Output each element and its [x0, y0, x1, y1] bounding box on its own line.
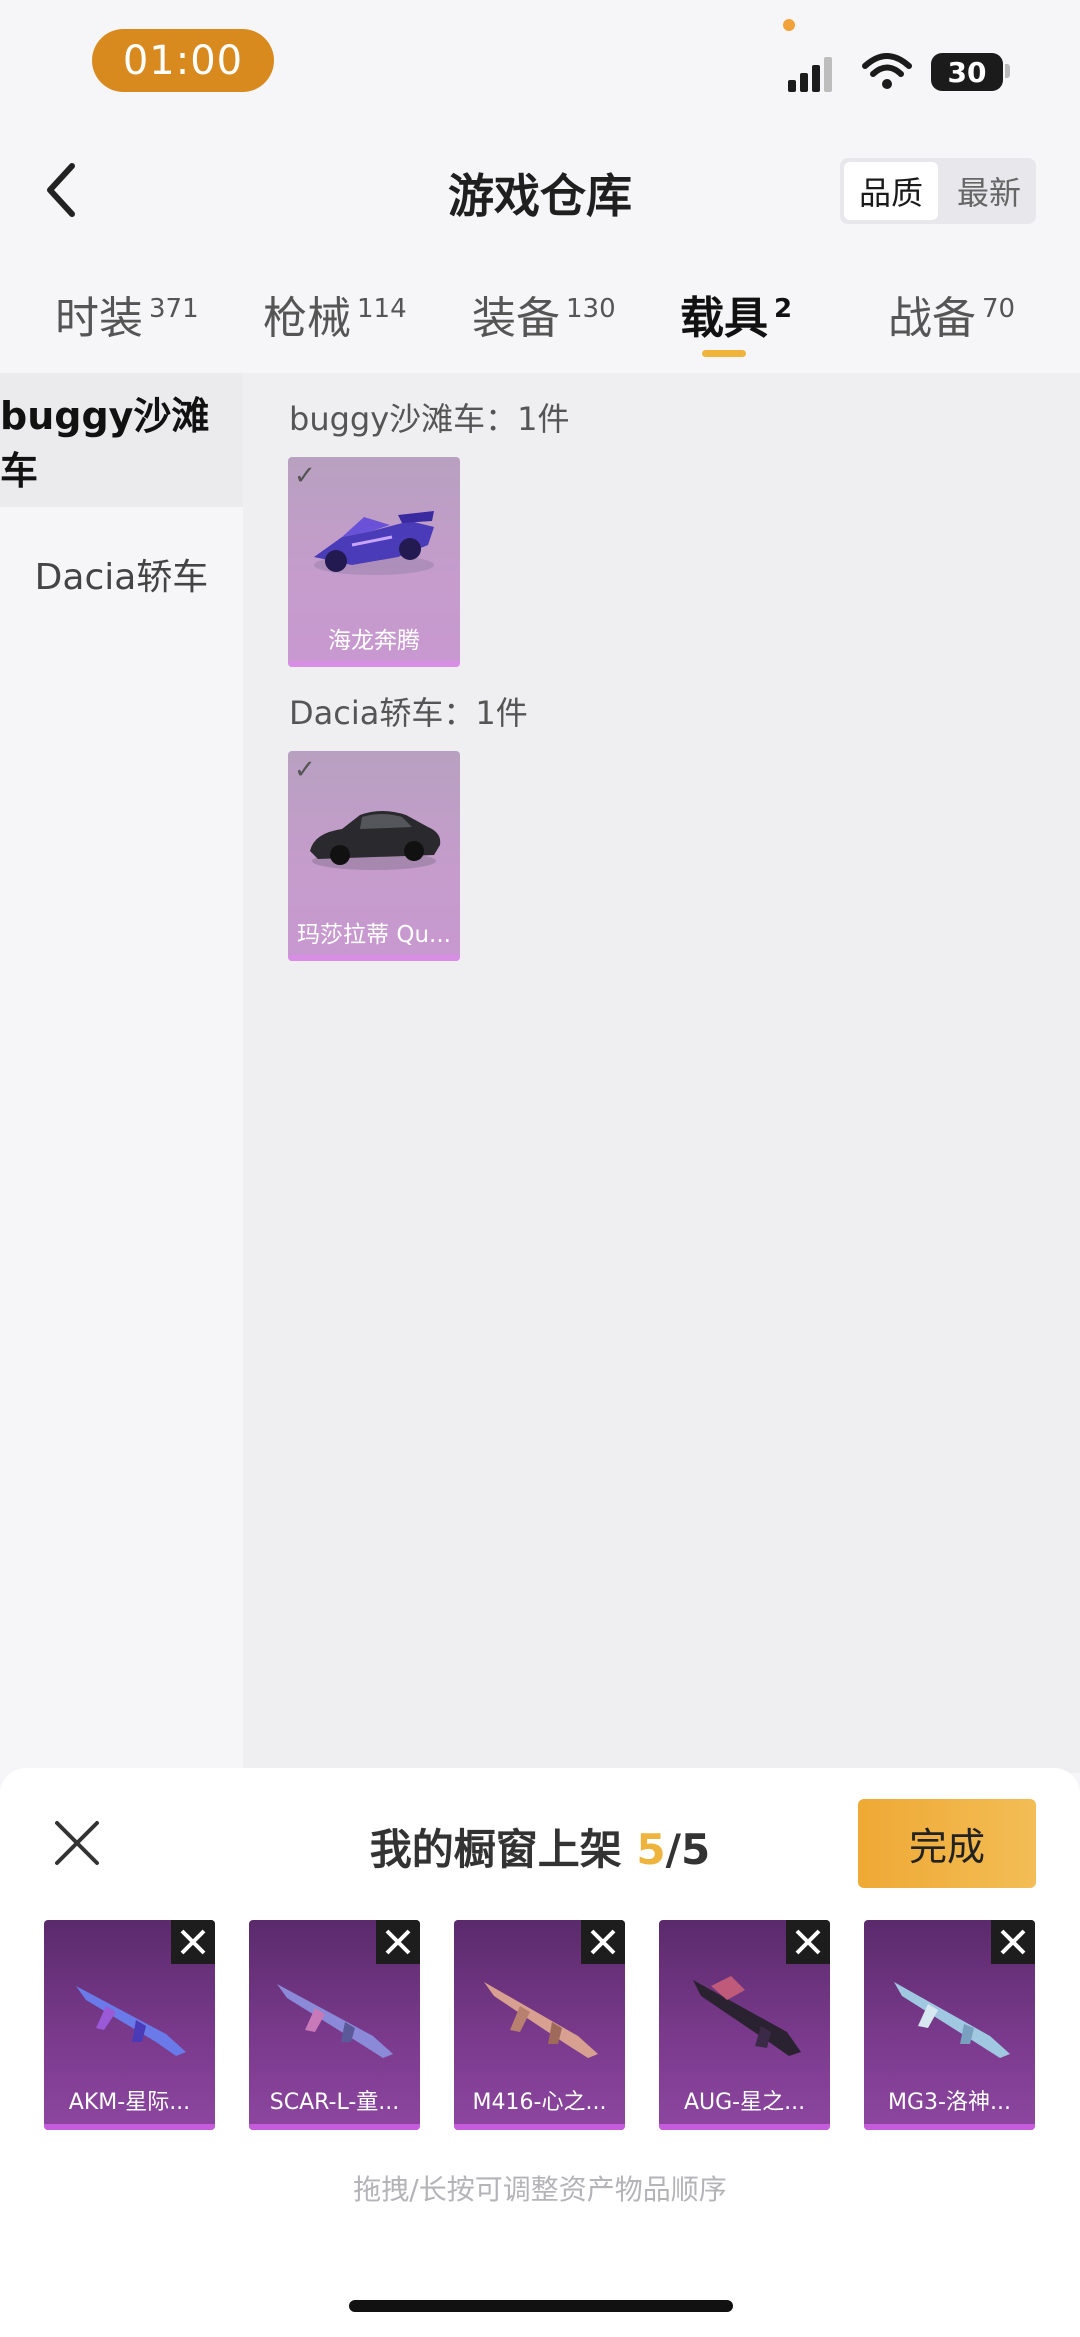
- remove-item-button[interactable]: [786, 1920, 830, 1964]
- close-button[interactable]: [52, 1818, 102, 1868]
- rarity-bar: [864, 2124, 1035, 2130]
- rarity-bar: [249, 2124, 420, 2130]
- rarity-bar: [44, 2124, 215, 2130]
- status-time: 01:00: [92, 29, 274, 92]
- remove-item-button[interactable]: [376, 1920, 420, 1964]
- close-icon: [795, 1929, 821, 1955]
- showcase-title: 我的橱窗上架 5/5: [369, 1825, 711, 1874]
- remove-item-button[interactable]: [171, 1920, 215, 1964]
- wifi-icon: [862, 52, 912, 96]
- chevron-left-icon: [47, 163, 75, 217]
- item-name: 玛莎拉蒂 Qu...: [297, 922, 451, 948]
- tab-equipment[interactable]: 装备 130: [472, 282, 616, 346]
- close-icon: [590, 1929, 616, 1955]
- shelf-item-name: M416-心之...: [472, 2090, 607, 2115]
- tab-supplies[interactable]: 战备 70: [888, 282, 1015, 346]
- sedan-vehicle-image: [310, 811, 441, 870]
- aug-weapon-image: [693, 1976, 801, 2056]
- sort-latest[interactable]: 最新: [942, 158, 1036, 224]
- rarity-bar: [454, 2124, 625, 2130]
- showcase-count-current: 5: [636, 1825, 666, 1874]
- shelf-item[interactable]: MG3-洛神...: [864, 1920, 1035, 2130]
- scar-weapon-image: [277, 1984, 393, 2058]
- showcase-count-total: /5: [665, 1825, 711, 1874]
- sort-quality[interactable]: 品质: [844, 162, 938, 220]
- category-dacia[interactable]: Dacia轿车: [0, 507, 243, 641]
- page-title: 游戏仓库: [448, 169, 632, 223]
- category-buggy[interactable]: buggy沙滩车: [0, 373, 243, 507]
- mg3-weapon-image: [894, 1982, 1010, 2058]
- shelf-item-name: SCAR-L-童...: [269, 2090, 400, 2115]
- m416-weapon-image: [484, 1982, 598, 2058]
- item-card[interactable]: ✓ 海龙奔腾: [288, 457, 460, 667]
- close-icon: [1000, 1929, 1026, 1955]
- tab-vehicles[interactable]: 载具 2: [680, 282, 792, 346]
- home-indicator[interactable]: [349, 2300, 733, 2312]
- privacy-indicator-dot: [783, 19, 795, 31]
- rarity-bar: [288, 661, 460, 667]
- close-icon: [55, 1821, 99, 1865]
- battery-cap: [1005, 64, 1010, 78]
- remove-item-button[interactable]: [581, 1920, 625, 1964]
- shelf-item[interactable]: AUG-星之...: [659, 1920, 830, 2130]
- rarity-bar: [659, 2124, 830, 2130]
- close-icon: [180, 1929, 206, 1955]
- item-card[interactable]: ✓ 玛莎拉蒂 Qu...: [288, 751, 460, 961]
- shelf-item-name: AKM-星际...: [68, 2090, 191, 2115]
- signal-icon: [788, 56, 844, 96]
- buggy-vehicle-image: [314, 511, 434, 575]
- remove-item-button[interactable]: [991, 1920, 1035, 1964]
- shelf-item[interactable]: M416-心之...: [454, 1920, 625, 2130]
- back-button[interactable]: [30, 150, 90, 230]
- akm-weapon-image: [76, 1986, 186, 2056]
- active-tab-indicator: [702, 350, 746, 357]
- tab-fashion[interactable]: 时装 371: [55, 282, 199, 346]
- shelf-item[interactable]: AKM-星际...: [44, 1920, 215, 2130]
- section-title-buggy: buggy沙滩车：1件: [289, 400, 570, 438]
- shelf-item-name: MG3-洛神...: [888, 2090, 1011, 2115]
- section-title-dacia: Dacia轿车：1件: [289, 694, 528, 732]
- done-button[interactable]: 完成: [858, 1799, 1036, 1888]
- reorder-hint: 拖拽/长按可调整资产物品顺序: [353, 2173, 727, 2206]
- shelf-item[interactable]: SCAR-L-童...: [249, 1920, 420, 2130]
- rarity-bar: [288, 955, 460, 961]
- close-icon: [385, 1929, 411, 1955]
- shelf-item-name: AUG-星之...: [683, 2090, 806, 2115]
- item-name: 海龙奔腾: [328, 628, 420, 654]
- tab-firearms[interactable]: 枪械 114: [263, 282, 407, 346]
- battery-icon: 30: [931, 53, 1003, 91]
- sort-toggle[interactable]: 品质 最新: [840, 158, 1036, 224]
